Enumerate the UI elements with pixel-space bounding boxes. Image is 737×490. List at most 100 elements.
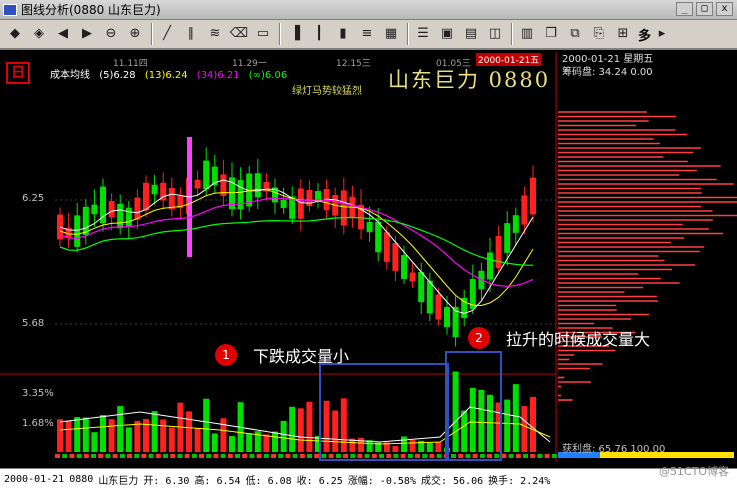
copy-icon[interactable]: ❐	[540, 23, 562, 45]
tick-strip	[487, 454, 492, 458]
volume-bar	[435, 442, 442, 452]
grid-icon[interactable]: ▦	[380, 23, 402, 45]
ma5-value: (5)6.28	[99, 70, 136, 81]
volume-bar	[117, 406, 124, 452]
annotation-1: 1 下跌成交量小	[215, 343, 349, 367]
candle-body	[74, 215, 81, 247]
period-icon[interactable]: ▐	[284, 23, 306, 45]
tick-strip	[422, 454, 428, 458]
tick-strip	[551, 454, 557, 458]
status-code: 0880	[69, 474, 94, 485]
tick-strip	[119, 454, 125, 458]
tick-strip	[307, 454, 312, 458]
tick-strip	[263, 454, 269, 458]
volume-bar	[203, 398, 210, 452]
tick-strip	[242, 454, 248, 458]
volume-bar	[461, 410, 468, 452]
tick-strip	[98, 454, 104, 458]
window-icon[interactable]: ▣	[436, 23, 458, 45]
volume-bar	[323, 400, 330, 452]
link-icon[interactable]: ⧉	[564, 23, 586, 45]
tick-strip	[83, 454, 89, 458]
candle-body	[168, 187, 175, 210]
maximize-button[interactable]: □	[696, 2, 713, 16]
status-volume: 成交: 56.06	[420, 476, 484, 487]
minimize-button[interactable]: _	[676, 2, 693, 16]
layout-icon[interactable]: ▤	[460, 23, 482, 45]
volume-bar	[487, 394, 493, 452]
volume-bar	[65, 420, 72, 452]
forward-icon[interactable]: ▶	[76, 23, 98, 45]
rect-icon[interactable]: ▭	[252, 23, 274, 45]
kline-chart[interactable]	[0, 52, 737, 468]
tick-strip	[393, 454, 399, 458]
eraser-icon[interactable]: ⌫	[228, 23, 250, 45]
tick-strip	[69, 454, 75, 458]
tick-strip	[134, 454, 140, 458]
tick-strip	[249, 454, 255, 458]
volume-bar	[272, 431, 278, 452]
close-button[interactable]: x	[716, 2, 733, 16]
volume-bar	[469, 387, 476, 452]
bar-icon[interactable]: ┃	[308, 23, 330, 45]
tick-strip	[472, 454, 478, 458]
tick-strip	[415, 454, 420, 458]
tick-strip	[191, 454, 197, 458]
candle-body	[151, 184, 158, 195]
candle-body	[254, 173, 261, 198]
candle-body	[530, 177, 536, 215]
volume-bar	[426, 442, 433, 452]
parallel-line-icon[interactable]: ∥	[180, 23, 202, 45]
volume-bar	[332, 410, 339, 452]
chip-panel-date: 2000-01-21 星期五	[562, 54, 654, 65]
candle-body	[91, 204, 98, 215]
ma13-line	[59, 188, 534, 307]
tick-strip	[112, 454, 118, 458]
candle-body	[444, 306, 450, 328]
candle-body	[237, 180, 244, 210]
volume-bar	[409, 440, 416, 452]
candle-body	[392, 243, 399, 271]
compare-icon[interactable]: ◫	[484, 23, 506, 45]
dropdown-icon[interactable]: ▸	[651, 23, 673, 45]
volume-bar	[74, 417, 81, 452]
print-icon[interactable]: ⊞	[612, 23, 634, 45]
list-icon[interactable]: ☰	[412, 23, 434, 45]
tick-strip	[62, 454, 68, 458]
pointer-icon[interactable]: ◆	[4, 23, 26, 45]
candle-body	[487, 252, 493, 280]
zoom-in-icon[interactable]: ⊕	[124, 23, 146, 45]
chip-panel-header: 2000-01-21 星期五 筹码盘: 34.24 0.00	[562, 53, 653, 79]
chart-area[interactable]: 日 成本均线 (5)6.28 (13)6.24 (34)6.21 (∞)6.06…	[0, 52, 737, 468]
zoom-out-icon[interactable]: ⊖	[100, 23, 122, 45]
candle-body	[297, 188, 304, 219]
chip-panel-value: 筹码盘: 34.24 0.00	[562, 67, 653, 78]
status-date: 2000-01-21	[4, 474, 65, 485]
candle-body	[512, 215, 519, 233]
back-icon[interactable]: ◀	[52, 23, 74, 45]
volume-bar	[401, 436, 407, 452]
tick-strip	[278, 454, 284, 458]
tick-strip	[105, 454, 111, 458]
overlay-icon[interactable]: ≡	[356, 23, 378, 45]
candle-icon[interactable]: ▮	[332, 23, 354, 45]
save-icon[interactable]: ▥	[516, 23, 538, 45]
status-low: 低: 6.08	[245, 476, 292, 487]
tick-strip	[76, 454, 82, 458]
tick-strip	[357, 454, 363, 458]
status-turnover: 换手: 2.24%	[488, 476, 551, 487]
tick-strip	[177, 454, 183, 458]
candle-body	[426, 280, 433, 314]
tick-strip	[379, 454, 384, 458]
tick-strip	[494, 454, 500, 458]
line-draw-icon[interactable]: ╱	[156, 23, 178, 45]
more-button[interactable]: 多	[638, 25, 651, 44]
tick-strip	[170, 454, 176, 458]
fan-icon[interactable]: ≋	[204, 23, 226, 45]
volume-bar	[211, 433, 218, 452]
chart-subtitle: 绿灯马势较猛烈	[292, 86, 362, 97]
watermark: @51CTO博客	[658, 465, 729, 478]
crosshair-icon[interactable]: ◈	[28, 23, 50, 45]
export-icon[interactable]: ⎘	[588, 23, 610, 45]
tick-strip	[141, 454, 147, 458]
